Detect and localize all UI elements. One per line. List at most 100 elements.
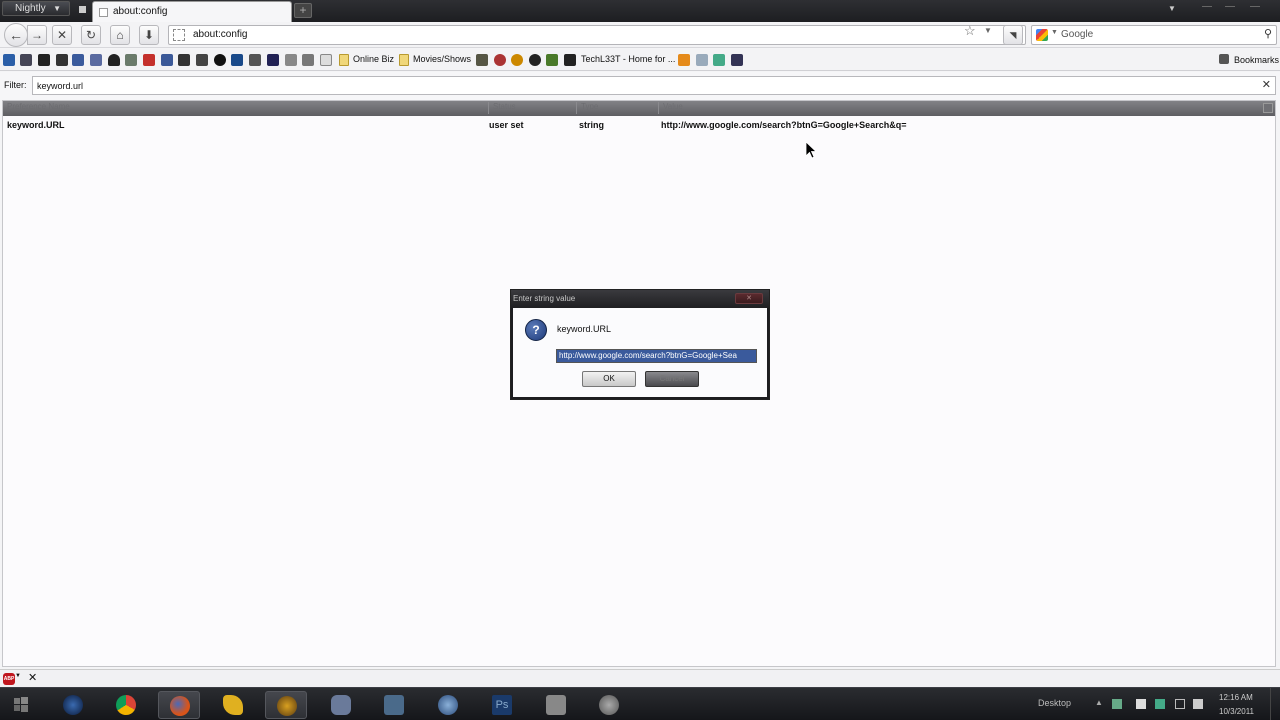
tab-group-icon[interactable] [79, 6, 86, 13]
taskbar-app[interactable] [212, 691, 254, 719]
volume-icon[interactable] [1193, 699, 1203, 709]
chevron-down-icon[interactable]: ▼ [15, 673, 21, 679]
shield-bookmark-icon[interactable] [20, 54, 32, 66]
forward-button[interactable]: → [27, 25, 47, 45]
bookmark-icon[interactable] [511, 54, 523, 66]
tray-expand-icon[interactable]: ▲ [1095, 698, 1103, 708]
column-header-status[interactable]: Status [489, 102, 577, 114]
bookmark-online-biz[interactable]: Online Biz [353, 54, 394, 64]
taskbar-app[interactable] [52, 691, 94, 719]
ok-button[interactable]: OK [582, 371, 636, 387]
cancel-button[interactable]: Cancel [645, 371, 699, 387]
google-icon[interactable] [1036, 29, 1048, 41]
question-icon: ? [525, 319, 547, 341]
downloads-button[interactable]: ⬇ [139, 25, 159, 45]
filter-input[interactable]: keyword.url ✕ [32, 76, 1276, 95]
bookmark-icon[interactable] [285, 54, 297, 66]
back-button[interactable]: ← [4, 23, 28, 47]
minimize-icon[interactable] [1202, 6, 1212, 12]
folder-icon[interactable] [339, 54, 349, 66]
start-button[interactable] [6, 693, 36, 717]
maximize-icon[interactable] [1225, 6, 1235, 12]
bookmark-icon[interactable] [178, 54, 190, 66]
column-picker-icon[interactable] [1263, 103, 1273, 113]
network-icon[interactable] [1175, 699, 1185, 709]
paypal-icon[interactable] [231, 54, 243, 66]
search-engine-name: Google [1061, 29, 1094, 40]
app-menu-button[interactable]: Nightly ▼ [2, 1, 70, 16]
home-icon: ⌂ [116, 28, 124, 42]
feed-button[interactable]: ◥ [1003, 25, 1023, 45]
taskbar-app[interactable] [427, 691, 469, 719]
string-value-input[interactable]: http://www.google.com/search?btnG=Google… [556, 349, 757, 363]
bookmark-icon[interactable] [564, 54, 576, 66]
bookmark-icon[interactable] [90, 54, 102, 66]
bookmark-icon[interactable] [546, 54, 558, 66]
person-app-icon [331, 695, 351, 715]
reload-button[interactable]: ↻ [81, 25, 101, 45]
bookmark-icon[interactable] [302, 54, 314, 66]
adblock-icon[interactable]: ABP [3, 673, 15, 685]
bookmark-techl33t[interactable]: TechL33T - Home for ... [581, 54, 675, 64]
clock-time[interactable]: 12:16 AM [1219, 693, 1253, 702]
taskbar-chrome[interactable] [105, 691, 147, 719]
home-button[interactable]: ⌂ [110, 25, 130, 45]
tray-app-icon[interactable] [1155, 699, 1165, 709]
bookmark-icon[interactable] [249, 54, 261, 66]
bookmark-icon[interactable] [56, 54, 68, 66]
bookmark-icon[interactable] [196, 54, 208, 66]
desktop-toolbar-label[interactable]: Desktop [1038, 698, 1071, 708]
taskbar-firefox[interactable] [158, 691, 200, 719]
input-selected-text: http://www.google.com/search?btnG=Google… [557, 350, 756, 362]
bookmark-icon[interactable] [72, 54, 84, 66]
stop-button[interactable]: ✕ [52, 25, 72, 45]
bookmark-icon[interactable] [476, 54, 488, 66]
tab-about-config[interactable]: about:config [92, 1, 292, 22]
bookmark-icon[interactable] [731, 54, 743, 66]
new-tab-button[interactable]: + [294, 3, 312, 18]
column-header-type[interactable]: Type [577, 102, 659, 114]
shield-bookmark-icon[interactable] [108, 54, 120, 66]
tab-list-icon[interactable]: ▼ [1168, 4, 1176, 13]
facebook-icon[interactable] [161, 54, 173, 66]
taskbar-app[interactable] [320, 691, 362, 719]
folder-icon[interactable] [399, 54, 409, 66]
column-header-value[interactable]: Value [659, 102, 1259, 114]
url-history-dropdown-icon[interactable]: ▼ [984, 26, 992, 35]
bookmark-icon[interactable] [678, 54, 690, 66]
search-icon[interactable]: ⚲ [1264, 27, 1272, 40]
youtube-icon[interactable] [143, 54, 155, 66]
close-addon-bar-icon[interactable]: ✕ [28, 671, 37, 684]
url-bar[interactable]: about:config [168, 25, 1026, 45]
clear-filter-icon[interactable]: ✕ [1262, 78, 1271, 91]
taskbar-photoshop[interactable]: Ps [481, 691, 523, 719]
search-bar[interactable]: ▼ Google ⚲ [1031, 25, 1277, 45]
clock-date[interactable]: 10/3/2011 [1219, 707, 1254, 716]
table-row[interactable]: keyword.URL user set string http://www.g… [3, 119, 1275, 134]
bookmark-icon[interactable] [494, 54, 506, 66]
bookmark-icon[interactable] [320, 54, 332, 66]
site-identity-icon[interactable] [173, 29, 185, 41]
taskbar-app[interactable] [588, 691, 630, 719]
taskbar-starcraft[interactable] [373, 691, 415, 719]
bookmark-icon[interactable] [38, 54, 50, 66]
show-desktop-button[interactable] [1270, 688, 1280, 720]
bookmark-icon[interactable] [529, 54, 541, 66]
bookmark-icon[interactable] [125, 54, 137, 66]
bookmark-movies-shows[interactable]: Movies/Shows [413, 54, 471, 64]
tray-app-icon[interactable] [1112, 699, 1122, 709]
bookmark-icon[interactable] [696, 54, 708, 66]
column-header-name[interactable]: Preference Name [3, 102, 489, 114]
bookmarks-menu-button[interactable]: Bookmarks [1219, 54, 1279, 65]
taskbar-wow[interactable] [265, 691, 307, 719]
bookmark-icon[interactable] [3, 54, 15, 66]
bookmark-icon[interactable] [713, 54, 725, 66]
arrow-left-icon: ← [9, 27, 23, 43]
bookmark-icon[interactable] [214, 54, 226, 66]
flag-icon[interactable] [1136, 699, 1146, 709]
close-window-icon[interactable] [1250, 6, 1260, 12]
dialog-close-button[interactable]: ✕ [735, 293, 763, 304]
taskbar-app[interactable] [535, 691, 577, 719]
bookmark-icon[interactable] [267, 54, 279, 66]
bookmark-star-icon[interactable]: ☆ [964, 23, 976, 39]
